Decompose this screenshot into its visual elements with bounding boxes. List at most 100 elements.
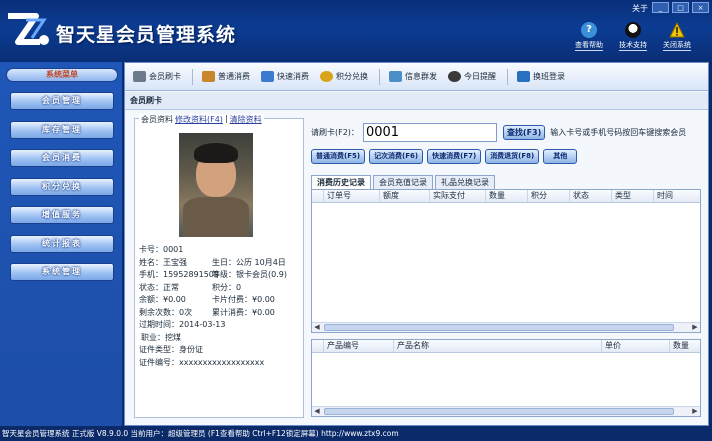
search-hint: 输入卡号或手机号码按回车键搜索会员: [550, 128, 687, 137]
help-label: 查看帮助: [575, 41, 603, 51]
edit-member-link[interactable]: 修改资料(F4): [175, 114, 223, 125]
member-id-type: 证件类型：身份证: [139, 345, 203, 354]
title-bar: 智天星会员管理系统 关于 _ □ × ? 查看帮助 技术支持 关闭系统: [0, 0, 712, 62]
sidebar-item-system[interactable]: 系统管理: [10, 263, 114, 281]
toolbar-points-exchange[interactable]: 积分兑换: [320, 71, 368, 82]
member-level: 等级：银卡会员(0.9): [212, 270, 287, 279]
tab-consumption-history[interactable]: 消费历史记录: [311, 175, 371, 189]
scroll-left-icon[interactable]: ◀: [312, 407, 322, 416]
support-label: 技术支持: [619, 41, 647, 51]
member-remaining: 剩余次数：0次: [139, 307, 193, 317]
member-points: 积分：0: [212, 282, 242, 292]
shift-icon: [517, 71, 530, 82]
col-time[interactable]: 时间: [654, 190, 700, 202]
clock-icon: [448, 71, 461, 82]
history-table-header: 订单号 额度 实际支付 数量 积分 状态 类型 时间: [312, 190, 700, 203]
col-product-qty[interactable]: 数量: [670, 340, 700, 352]
fast-consume-button[interactable]: 快速消费(F7): [427, 149, 482, 164]
sidebar-item-inventory[interactable]: 库存管理: [10, 121, 114, 139]
swipe-card-label: 请刷卡(F2)：: [311, 128, 359, 137]
cash-icon: [202, 71, 215, 82]
col-points[interactable]: 积分: [528, 190, 570, 202]
toolbar-normal-consume[interactable]: 普通消费: [202, 71, 250, 82]
member-photo: [179, 133, 253, 237]
tab-gift-history[interactable]: 礼品兑换记录: [435, 175, 495, 189]
maximize-button[interactable]: □: [672, 2, 689, 13]
clear-member-link[interactable]: 清除资料: [230, 114, 262, 125]
toolbar-fast-consume[interactable]: 快速消费: [261, 71, 309, 82]
history-table[interactable]: 订单号 额度 实际支付 数量 积分 状态 类型 时间 ◀ ▶: [311, 189, 701, 333]
member-details: 卡号：0001 姓名：王宝强 生日：公历 10月4日 手机：15952891509…: [139, 244, 303, 369]
status-bar: 智天星会员管理系统 正式版 V8.9.0.0 当前用户：超级管理员 (F1查看帮…: [0, 426, 712, 441]
support-button[interactable]: 技术支持: [614, 22, 652, 51]
member-total-spent: 累计消费：¥0.00: [212, 307, 275, 317]
scroll-right-icon[interactable]: ▶: [690, 323, 700, 332]
toolbar-shift-login[interactable]: 换班登录: [517, 71, 565, 82]
col-order-no[interactable]: 订单号: [324, 190, 380, 202]
exit-label: 关闭系统: [663, 41, 691, 51]
minimize-button[interactable]: _: [652, 2, 669, 13]
exit-button[interactable]: 关闭系统: [658, 22, 696, 51]
help-button[interactable]: ? 查看帮助: [570, 22, 608, 51]
normal-consume-button[interactable]: 普通消费(F5): [311, 149, 366, 164]
warning-icon: [669, 22, 685, 38]
main-panel: 会员刷卡 普通消费 快速消费 积分兑换 信息群发 今日提醒 换班登录 会员刷卡 …: [124, 62, 709, 426]
sidebar-item-points[interactable]: 积分兑换: [10, 178, 114, 196]
history-hscrollbar[interactable]: ◀ ▶: [312, 322, 700, 332]
points-icon: [320, 71, 333, 82]
member-id-no: 证件编号：xxxxxxxxxxxxxxxxxx: [139, 357, 265, 367]
member-card-fee: 卡片付费：¥0.00: [212, 295, 275, 304]
toolbar-swipe-card[interactable]: 会员刷卡: [133, 71, 181, 82]
member-birthday: 生日：公历 10月4日: [212, 257, 286, 267]
col-status[interactable]: 状态: [570, 190, 612, 202]
col-product-name[interactable]: 产品名称: [394, 340, 602, 352]
app-title: 智天星会员管理系统: [56, 24, 237, 46]
member-phone: 手机：15952891509: [139, 270, 219, 279]
message-icon: [389, 71, 402, 82]
sidebar-item-member-mgmt[interactable]: 会员管理: [10, 92, 114, 110]
toolbar-reminder[interactable]: 今日提醒: [448, 71, 496, 82]
app-logo-icon: [8, 13, 49, 45]
tab-recharge-history[interactable]: 会员充值记录: [373, 175, 433, 189]
col-amount[interactable]: 额度: [380, 190, 430, 202]
count-consume-button[interactable]: 记次消费(F6): [369, 149, 424, 164]
return-button[interactable]: 消费退货(F8): [485, 149, 540, 164]
scroll-right-icon[interactable]: ▶: [690, 407, 700, 416]
member-name: 姓名：王宝强: [139, 257, 187, 267]
qq-penguin-icon: [625, 22, 641, 38]
product-table[interactable]: 产品编号 产品名称 单价 数量 ◀ ▶: [311, 339, 701, 417]
member-balance: 余额：¥0.00: [139, 295, 186, 304]
col-product-code[interactable]: 产品编号: [324, 340, 394, 352]
member-info-label: 会员资料: [141, 115, 173, 124]
fast-icon: [261, 71, 274, 82]
toolbar: 会员刷卡 普通消费 快速消费 积分兑换 信息群发 今日提醒 换班登录: [125, 63, 708, 91]
product-hscrollbar[interactable]: ◀ ▶: [312, 406, 700, 416]
toolbar-message[interactable]: 信息群发: [389, 71, 437, 82]
scroll-thumb[interactable]: [324, 408, 674, 415]
help-icon: ?: [581, 22, 597, 38]
col-unit-price[interactable]: 单价: [602, 340, 670, 352]
scroll-left-icon[interactable]: ◀: [312, 323, 322, 332]
scroll-thumb[interactable]: [324, 324, 674, 331]
member-status: 状态：正常: [139, 282, 179, 292]
card-no: 卡号：0001: [139, 245, 184, 254]
close-button[interactable]: ×: [692, 2, 709, 13]
sidebar-item-reports[interactable]: 统计报表: [10, 235, 114, 253]
find-button[interactable]: 查找(F3): [502, 125, 546, 140]
other-button[interactable]: 其他: [543, 149, 578, 164]
member-job: 职业：挖煤: [141, 332, 181, 342]
sidebar-item-value-added[interactable]: 增值服务: [10, 206, 114, 224]
product-table-header: 产品编号 产品名称 单价 数量: [312, 340, 700, 353]
col-qty[interactable]: 数量: [486, 190, 528, 202]
member-expire: 过期时间：2014-03-13: [139, 320, 226, 329]
about-link[interactable]: 关于: [632, 3, 648, 14]
sidebar: 系统菜单 会员管理 库存管理 会员消费 积分兑换 增值服务 统计报表 系统管理: [0, 62, 123, 426]
col-paid[interactable]: 实际支付: [430, 190, 486, 202]
section-title: 会员刷卡: [125, 92, 708, 110]
col-type[interactable]: 类型: [612, 190, 654, 202]
sidebar-item-consumption[interactable]: 会员消费: [10, 149, 114, 167]
card-number-input[interactable]: 0001: [362, 123, 497, 142]
sidebar-header: 系统菜单: [6, 68, 118, 82]
member-info-panel: 会员资料 修改资料(F4) | 清除资料 卡号：0001 姓名：王宝强 生日：公历…: [134, 114, 304, 418]
card-icon: [133, 71, 146, 82]
